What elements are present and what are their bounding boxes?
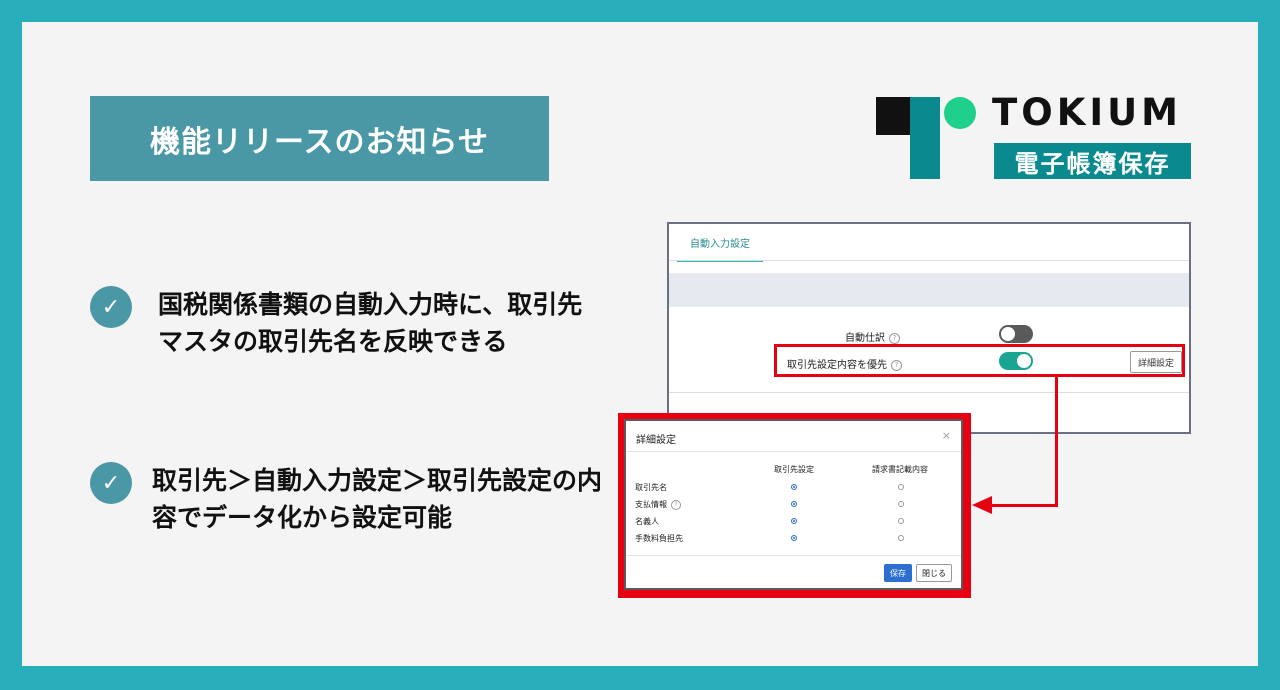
auto-journal-label: 自動仕訳? — [845, 329, 900, 344]
section-band — [669, 273, 1189, 307]
row-label-fee-bearer: 手数料負担先 — [635, 534, 683, 543]
help-icon[interactable]: ? — [889, 332, 900, 344]
bullet-1: ✓ 国税関係書類の自動入力時に、取引先マスタの取引先名を反映できる — [90, 286, 588, 360]
modal-header-divider — [626, 451, 961, 452]
tab-divider — [669, 260, 1189, 261]
auto-journal-toggle[interactable] — [999, 325, 1033, 343]
radio-partner-name-invoice[interactable] — [898, 484, 904, 490]
modal-title: 詳細設定 — [636, 435, 676, 446]
release-banner: 機能リリースのお知らせ — [90, 96, 549, 181]
bullet-text: 国税関係書類の自動入力時に、取引先マスタの取引先名を反映できる — [158, 290, 583, 356]
radio-payment-info-invoice[interactable] — [898, 501, 904, 507]
radio-account-holder-partner[interactable] — [791, 518, 797, 524]
modal-footer-divider — [626, 555, 961, 556]
radio-fee-bearer-partner[interactable] — [791, 535, 797, 541]
column-header-invoice-content: 請求書記載内容 — [872, 465, 928, 474]
row-label-payment-info: 支払情報? — [635, 499, 681, 510]
arrow-line-vertical — [1055, 377, 1058, 507]
auto-input-settings-panel: 自動入力設定 自動仕訳? 取引先設定内容を優先? 詳細設定 — [667, 222, 1191, 434]
radio-payment-info-partner[interactable] — [791, 501, 797, 507]
payment-info-text: 支払情報 — [635, 500, 667, 509]
close-icon[interactable]: × — [942, 429, 951, 442]
row-label-account-holder: 名義人 — [635, 517, 659, 526]
logo-wordmark: TOKIUM — [992, 91, 1182, 134]
arrow-line-horizontal — [990, 504, 1058, 507]
auto-journal-text: 自動仕訳 — [845, 333, 885, 344]
row-label-partner-name: 取引先名 — [635, 483, 667, 492]
detail-settings-modal: 詳細設定 × 取引先設定 請求書記載内容 取引先名 支払情報? 名義人 手数料負… — [624, 419, 963, 590]
panel-divider — [669, 392, 1189, 393]
help-icon[interactable]: ? — [671, 499, 681, 510]
radio-partner-name-partner[interactable] — [791, 484, 797, 490]
radio-account-holder-invoice[interactable] — [898, 518, 904, 524]
save-button[interactable]: 保存 — [884, 564, 912, 582]
check-icon: ✓ — [90, 286, 132, 328]
tab-auto-input-settings[interactable]: 自動入力設定 — [677, 224, 763, 262]
close-button[interactable]: 閉じる — [916, 564, 952, 582]
bullet-2: ✓ 取引先＞自動入力設定＞取引先設定の内容でデータ化から設定可能 — [90, 462, 607, 536]
arrow-head-icon — [972, 496, 992, 514]
check-icon: ✓ — [90, 462, 132, 504]
bullet-text: 取引先＞自動入力設定＞取引先設定の内容でデータ化から設定可能 — [152, 466, 603, 532]
highlight-box-priority-row — [774, 344, 1185, 377]
logo-subtitle: 電子帳簿保存 — [994, 143, 1191, 179]
radio-fee-bearer-invoice[interactable] — [898, 535, 904, 541]
toggle-knob — [1001, 327, 1015, 341]
column-header-partner-settings: 取引先設定 — [774, 465, 814, 474]
